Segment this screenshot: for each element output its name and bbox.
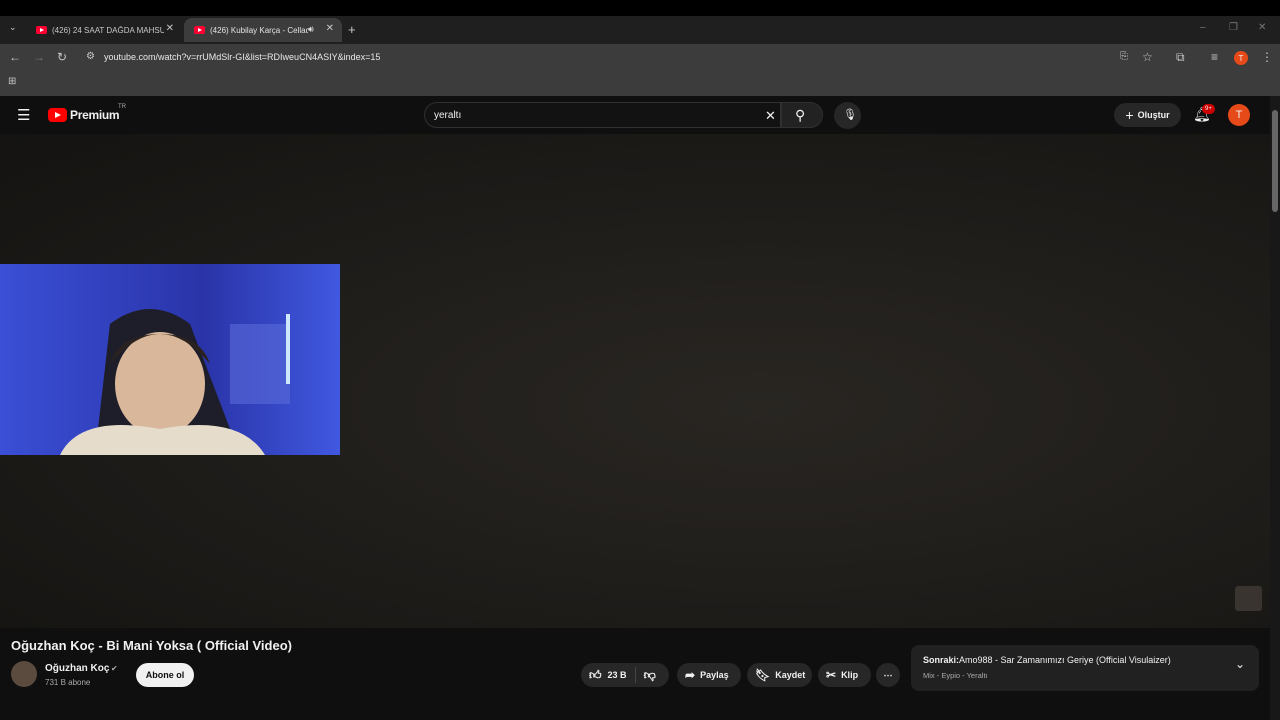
notification-badge: 9+ bbox=[1202, 104, 1215, 114]
minimize-icon[interactable]: – bbox=[1200, 22, 1206, 33]
expand-chevron-icon[interactable]: ⌄ bbox=[1235, 657, 1245, 671]
tab-title: (426) 24 SAAT DAĞDA MAHSUR bbox=[52, 25, 164, 35]
subscribe-button[interactable]: Abone ol bbox=[136, 663, 194, 687]
voice-search-button[interactable]: 🎙︎ bbox=[834, 102, 861, 129]
menu-dots-icon[interactable]: ⋮ bbox=[1261, 50, 1273, 64]
youtube-favicon-icon bbox=[194, 26, 205, 34]
up-next-title: Amo988 - Sar Zamanımızı Geriye (Official… bbox=[959, 655, 1171, 665]
window-top-strip bbox=[0, 0, 1280, 16]
scrollbar-thumb[interactable] bbox=[1272, 110, 1278, 212]
region-code: TR bbox=[118, 104, 126, 110]
dislike-icon[interactable]: 👎︎ bbox=[644, 668, 656, 683]
save-label: Kaydet bbox=[775, 670, 806, 680]
clear-search-icon[interactable]: ✕ bbox=[765, 108, 776, 124]
tab-1[interactable]: (426) 24 SAAT DAĞDA MAHSUR ✕ bbox=[26, 18, 182, 42]
restore-icon[interactable]: ❐ bbox=[1229, 22, 1238, 33]
search-button[interactable]: ⚲ bbox=[781, 102, 823, 128]
forward-icon[interactable]: → bbox=[33, 50, 45, 64]
plus-icon: + bbox=[1125, 107, 1134, 123]
youtube-logo-icon[interactable] bbox=[48, 108, 67, 122]
up-next-subtitle: Mix - Eypio - Yeraltı bbox=[923, 671, 988, 680]
bookmark-icon: 🔖︎ bbox=[755, 668, 771, 682]
install-app-icon[interactable]: ⎘ bbox=[1120, 51, 1128, 62]
save-button[interactable]: 🔖︎ Kaydet bbox=[747, 663, 812, 687]
back-icon[interactable]: ← bbox=[9, 50, 21, 64]
clip-button[interactable]: ✂ Klip bbox=[818, 663, 871, 687]
video-title: Oğuzhan Koç - Bi Mani Yoksa ( Official V… bbox=[11, 638, 292, 653]
create-label: Oluştur bbox=[1137, 110, 1170, 120]
create-button[interactable]: + Oluştur bbox=[1114, 103, 1181, 127]
tab-2[interactable]: (426) Kubilay Karça - Cellad 🔊︎ ✕ bbox=[184, 18, 342, 42]
channel-name[interactable]: Oğuzhan Koç bbox=[45, 663, 109, 674]
audio-playing-icon[interactable]: 🔊︎ bbox=[308, 24, 314, 35]
like-icon[interactable]: 👍︎ bbox=[589, 668, 602, 683]
apps-grid-icon[interactable]: ⊞ bbox=[8, 76, 16, 87]
divider bbox=[634, 667, 636, 683]
like-count[interactable]: 23 B bbox=[608, 670, 627, 680]
clip-label: Klip bbox=[841, 670, 859, 680]
subscriber-count: 731 B abone bbox=[45, 678, 91, 687]
search-input[interactable]: yeraltı ✕ bbox=[424, 102, 781, 128]
bookmark-star-icon[interactable]: ☆ bbox=[1142, 50, 1153, 64]
search-icon: ⚲ bbox=[795, 107, 806, 123]
hamburger-menu-icon[interactable]: ☰ bbox=[17, 106, 30, 124]
new-tab-icon[interactable]: + bbox=[348, 22, 356, 37]
scissors-icon: ✂ bbox=[826, 668, 837, 682]
site-info-icon[interactable]: ⚙ bbox=[86, 51, 95, 62]
share-button[interactable]: ➦ Paylaş bbox=[677, 663, 741, 687]
youtube-favicon-icon bbox=[36, 26, 47, 34]
account-avatar[interactable]: T bbox=[1228, 104, 1250, 126]
channel-avatar[interactable] bbox=[11, 661, 37, 687]
like-dislike-group: 👍︎ 23 B 👎︎ bbox=[581, 663, 669, 687]
logo-text[interactable]: Premium bbox=[70, 108, 120, 122]
end-screen-thumbnail[interactable] bbox=[1235, 586, 1262, 611]
tab-search-icon[interactable]: ⌄ bbox=[9, 22, 17, 33]
share-label: Paylaş bbox=[700, 670, 729, 680]
more-actions-icon[interactable]: ⋯ bbox=[876, 663, 900, 687]
share-icon: ➦ bbox=[685, 668, 696, 682]
url-text[interactable]: youtube.com/watch?v=rrUMdSlr-GI&list=RDI… bbox=[104, 52, 380, 62]
up-next-prefix: Sonraki: bbox=[923, 655, 960, 665]
up-next-card[interactable]: Sonraki: Amo988 - Sar Zamanımızı Geriye … bbox=[911, 645, 1259, 691]
reload-icon[interactable]: ↻ bbox=[57, 50, 67, 64]
bookmarks-bar bbox=[0, 72, 1280, 96]
profile-avatar[interactable]: T bbox=[1234, 51, 1248, 65]
close-tab-icon[interactable]: ✕ bbox=[166, 23, 174, 34]
extensions-icon[interactable]: ⧉ bbox=[1176, 50, 1185, 65]
search-text[interactable]: yeraltı bbox=[434, 110, 461, 121]
microphone-icon: 🎙︎ bbox=[843, 109, 857, 121]
webcam-overlay bbox=[0, 264, 340, 455]
tab-title: (426) Kubilay Karça - Cellad bbox=[210, 25, 308, 35]
media-controls-icon[interactable]: ≡ bbox=[1211, 50, 1218, 64]
close-tab-icon[interactable]: ✕ bbox=[326, 23, 334, 34]
verified-icon: ✔ bbox=[111, 664, 118, 673]
close-window-icon[interactable]: ✕ bbox=[1258, 22, 1266, 33]
